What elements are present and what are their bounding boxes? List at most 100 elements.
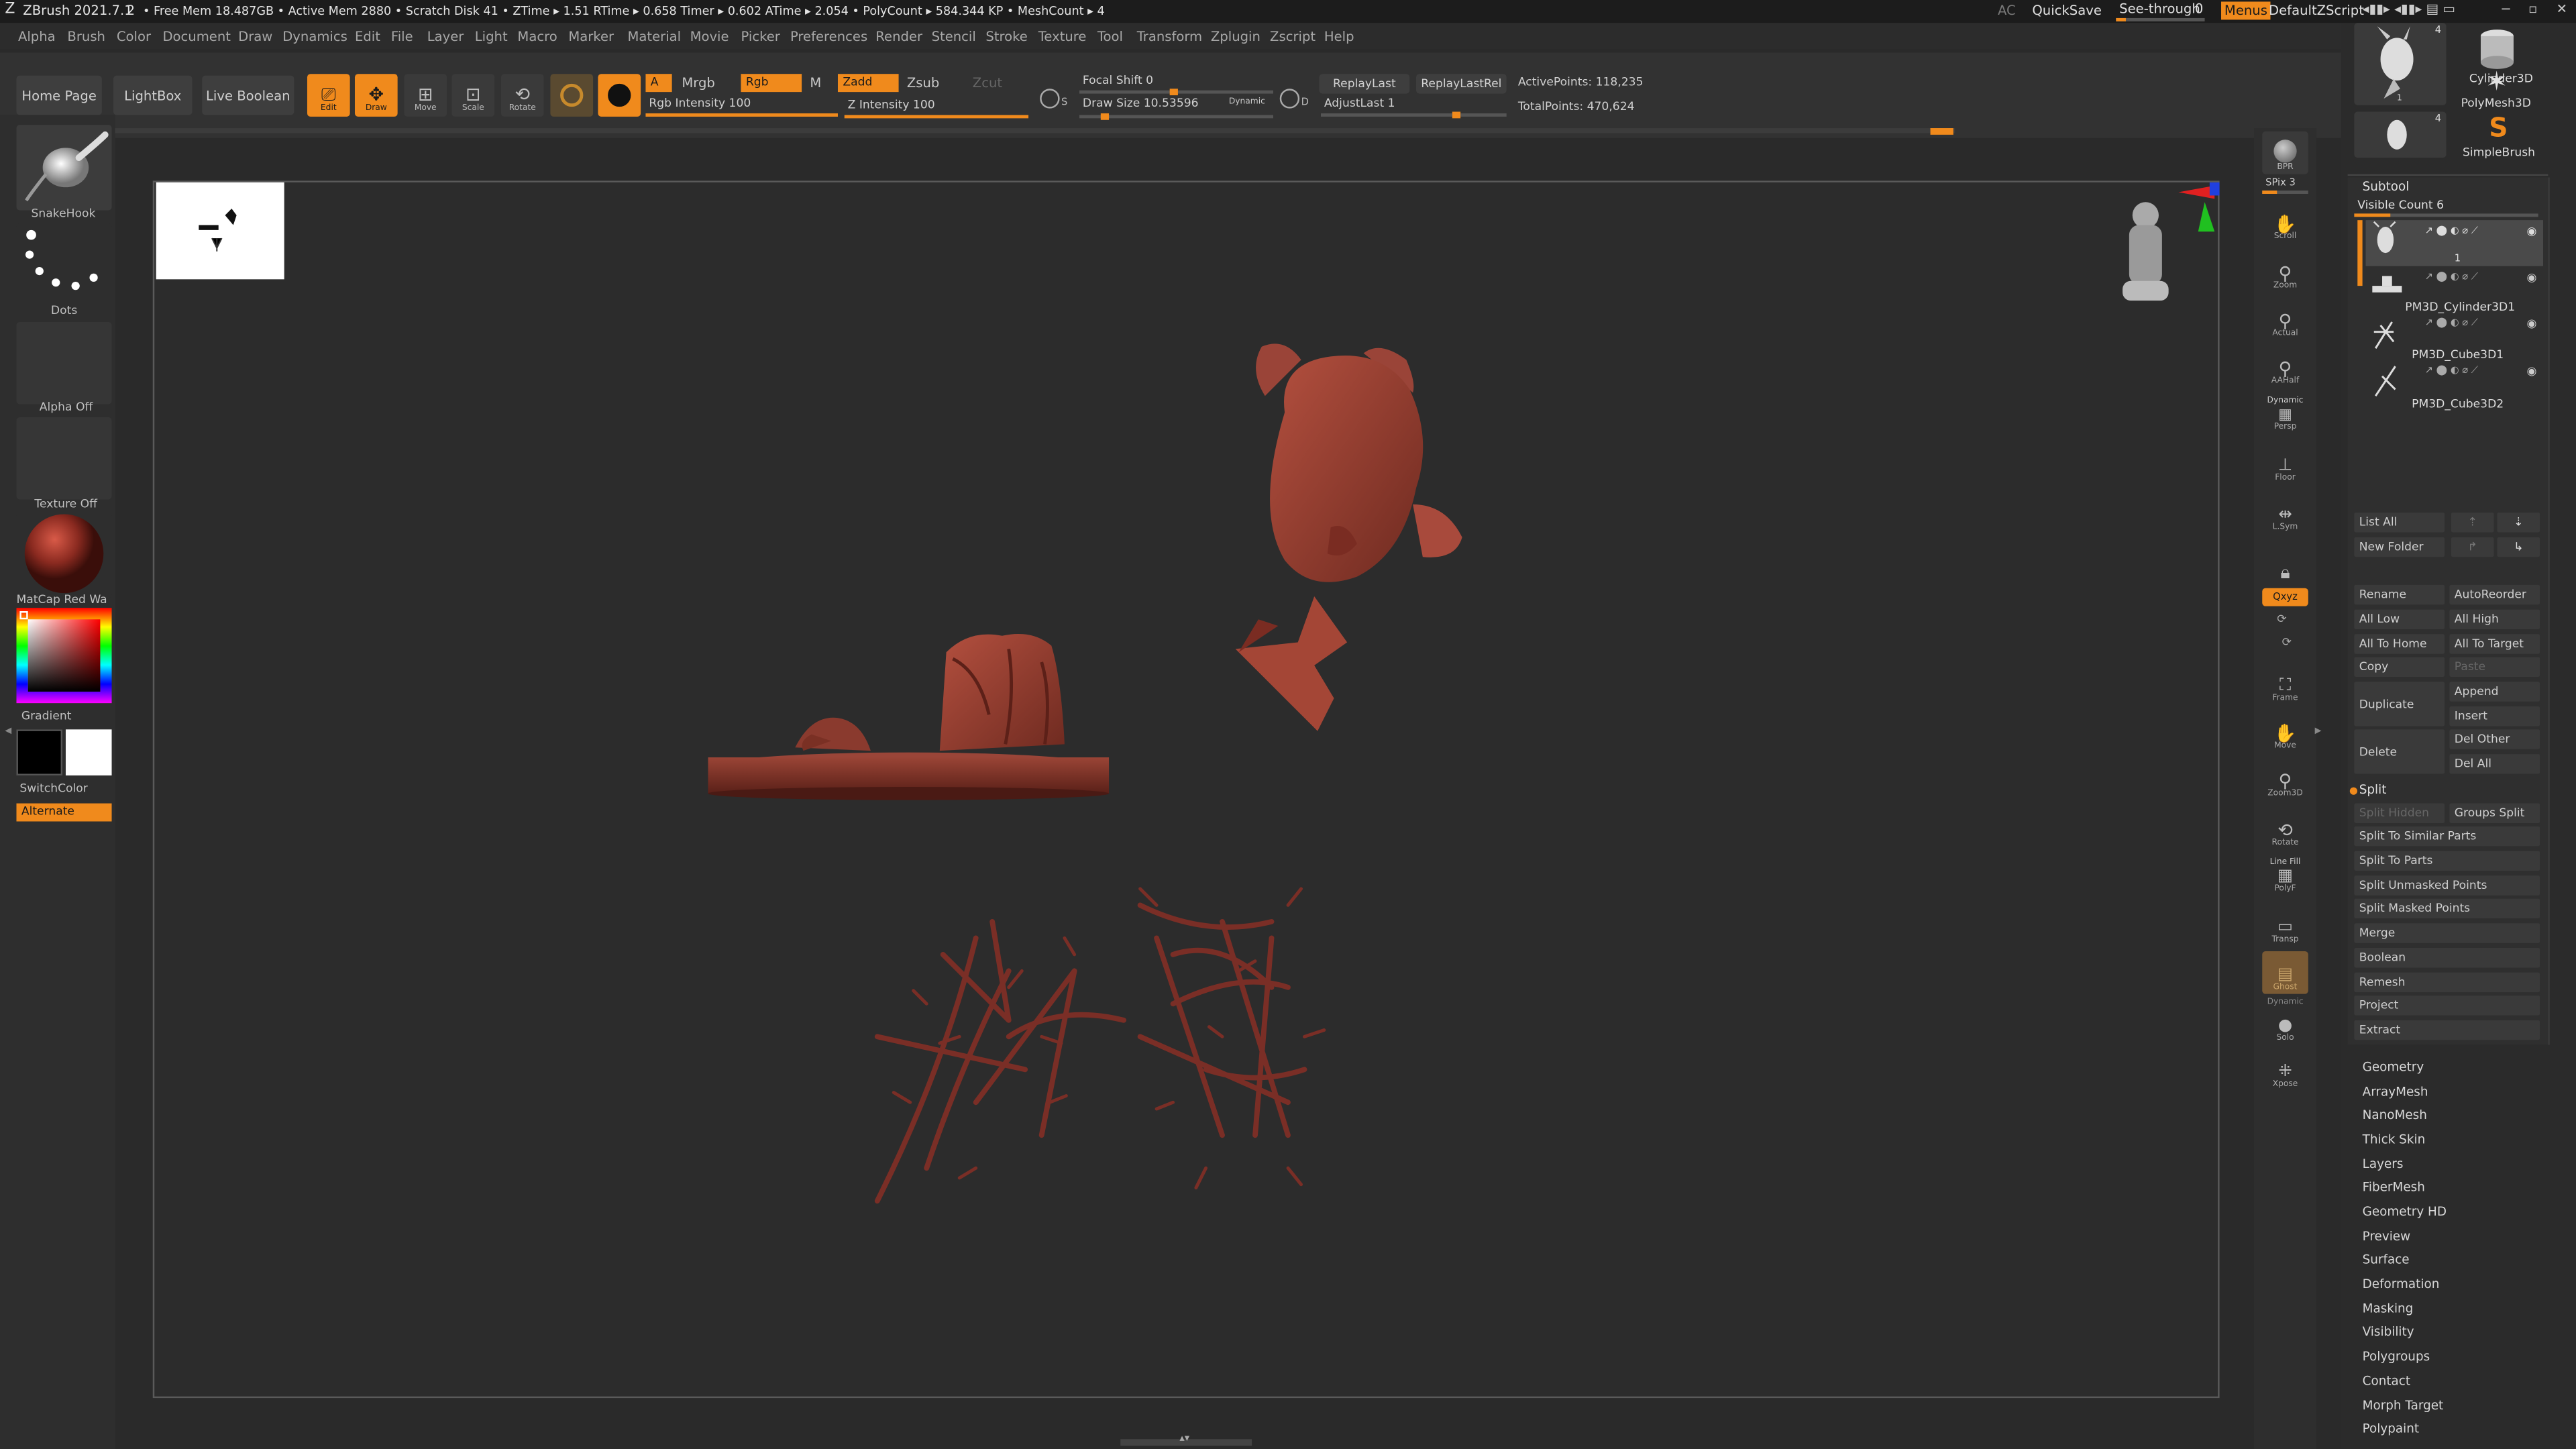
menu-stencil[interactable]: Stencil bbox=[932, 30, 976, 44]
move-down-button[interactable]: ⇣ bbox=[2497, 513, 2540, 533]
solo-button[interactable]: ● Solo bbox=[2262, 1002, 2308, 1045]
left-collapse-arrow-icon[interactable]: ◂ bbox=[5, 723, 11, 749]
viewport-scene[interactable] bbox=[154, 182, 2221, 1400]
main-color-swatch[interactable] bbox=[16, 729, 63, 775]
actual-button[interactable]: ⚲ Actual bbox=[2262, 297, 2308, 340]
section-visibility[interactable]: Visibility bbox=[2363, 1324, 2414, 1339]
section-geometry-hd[interactable]: Geometry HD bbox=[2363, 1204, 2447, 1219]
orientation-mannequin-icon[interactable] bbox=[2123, 202, 2169, 301]
delete-button[interactable]: Delete bbox=[2354, 729, 2445, 774]
menu-edit[interactable]: Edit bbox=[355, 30, 380, 44]
duplicate-button[interactable]: Duplicate bbox=[2354, 682, 2445, 727]
ac-label[interactable]: AC bbox=[1998, 4, 2016, 18]
color-mode-button[interactable] bbox=[598, 74, 641, 117]
zcut-toggle[interactable]: Zcut bbox=[973, 76, 1002, 91]
subtool-row-3-label[interactable]: PM3D_Cube3D1 bbox=[2412, 349, 2504, 362]
zoom-button[interactable]: ⚲ Zoom bbox=[2262, 250, 2308, 292]
rotate-button[interactable]: ⟲ Rotate bbox=[500, 74, 544, 117]
menu-light[interactable]: Light bbox=[475, 30, 508, 44]
rotate-view-button[interactable]: ⟲ Rotate bbox=[2262, 806, 2308, 849]
menu-material[interactable]: Material bbox=[628, 30, 682, 44]
alternate-toggle[interactable]: Alternate bbox=[16, 803, 112, 822]
menu-movie[interactable]: Movie bbox=[690, 30, 729, 44]
bottom-shelf-handle[interactable]: ▴▾ bbox=[1120, 1433, 1252, 1446]
paste-button[interactable]: Paste bbox=[2449, 657, 2540, 677]
all-to-target-button[interactable]: All To Target bbox=[2449, 634, 2540, 654]
menu-marker[interactable]: Marker bbox=[568, 30, 614, 44]
eye-visible-icon[interactable]: ◉ bbox=[2527, 225, 2537, 239]
texture-thumbnail[interactable] bbox=[16, 417, 112, 500]
linefill-button[interactable]: Line Fill ▦ PolyF bbox=[2262, 853, 2308, 896]
zadd-toggle[interactable]: Zadd bbox=[837, 74, 899, 93]
lightbox-button[interactable]: LightBox bbox=[113, 75, 193, 115]
timeline-strip[interactable] bbox=[115, 128, 1955, 135]
menu-texture[interactable]: Texture bbox=[1038, 30, 1087, 44]
all-low-button[interactable]: All Low bbox=[2354, 609, 2445, 629]
insert-button[interactable]: Insert bbox=[2449, 706, 2540, 727]
visible-count-track[interactable] bbox=[2354, 213, 2538, 217]
section-nanomesh[interactable]: NanoMesh bbox=[2363, 1108, 2427, 1122]
folder-out-button[interactable]: ↳ bbox=[2497, 537, 2540, 557]
adjust-last-track[interactable] bbox=[1320, 113, 1507, 117]
menu-document[interactable]: Document bbox=[162, 30, 231, 44]
scroll-button[interactable]: ✋ Scroll bbox=[2262, 201, 2308, 244]
all-high-button[interactable]: All High bbox=[2449, 609, 2540, 629]
right-collapse-arrow-icon[interactable]: ▸ bbox=[2315, 723, 2322, 749]
persp-button[interactable]: Dynamic ▦ Persp bbox=[2262, 391, 2308, 434]
spix-track[interactable] bbox=[2262, 191, 2308, 194]
edit-button[interactable]: ⎚ Edit bbox=[307, 74, 350, 117]
spix-slider[interactable]: SPix 3 bbox=[2265, 178, 2296, 189]
replay-last-button[interactable]: ReplayLast bbox=[1319, 74, 1410, 94]
polymesh3d-tool[interactable]: ✶ PolyMesh3D bbox=[2453, 68, 2543, 118]
subtool-row-4-label[interactable]: PM3D_Cube3D2 bbox=[2412, 398, 2504, 411]
rotate-z-icon[interactable]: ⟳ bbox=[2282, 636, 2292, 649]
close-icon[interactable]: ✕ bbox=[2557, 3, 2567, 17]
lazy-mouse-d-icon[interactable]: D bbox=[1278, 82, 1311, 115]
menu-file[interactable]: File bbox=[391, 30, 413, 44]
subtool-row-3[interactable]: ↗ ⬤ ◐ ⌀ ⟋ ◉ bbox=[2366, 363, 2543, 399]
brush-thumbnail[interactable] bbox=[16, 125, 112, 211]
aahalf-button[interactable]: ⚲ AAHalf bbox=[2262, 345, 2308, 388]
section-thick-skin[interactable]: Thick Skin bbox=[2363, 1132, 2426, 1146]
z-intensity-slider[interactable]: Z Intensity 100 bbox=[848, 99, 935, 111]
rename-button[interactable]: Rename bbox=[2354, 584, 2445, 605]
zoom3d-button[interactable]: ⚲ Zoom3D bbox=[2262, 757, 2308, 800]
eye-visible-icon[interactable]: ◉ bbox=[2527, 317, 2537, 331]
restore-icon[interactable]: ▫ bbox=[2528, 3, 2537, 17]
home-page-button[interactable]: Home Page bbox=[16, 75, 102, 115]
all-to-home-button[interactable]: All To Home bbox=[2354, 634, 2445, 654]
list-all-button[interactable]: List All bbox=[2354, 513, 2445, 533]
section-fibermesh[interactable]: FiberMesh bbox=[2363, 1179, 2425, 1194]
extract-section[interactable]: Extract bbox=[2354, 1020, 2540, 1040]
mrgb-material-button[interactable] bbox=[550, 74, 594, 117]
groups-split-button[interactable]: Groups Split bbox=[2449, 803, 2540, 823]
simplebrush-tool[interactable]: S SimpleBrush bbox=[2453, 114, 2543, 164]
section-arraymesh[interactable]: ArrayMesh bbox=[2363, 1084, 2428, 1099]
see-through-track[interactable] bbox=[2116, 17, 2205, 21]
menu-transform[interactable]: Transform bbox=[1137, 30, 1202, 44]
new-folder-button[interactable]: New Folder bbox=[2354, 537, 2445, 557]
layout-icons[interactable]: ◂▮▮▸ ◂▮▮▸ ▤ ▭ bbox=[2363, 3, 2455, 17]
bpr-button[interactable]: BPR bbox=[2262, 131, 2308, 174]
section-layers[interactable]: Layers bbox=[2363, 1157, 2404, 1171]
stump-base-mesh[interactable] bbox=[708, 633, 1110, 800]
replay-last-rel-button[interactable]: ReplayLastRel bbox=[1416, 74, 1507, 94]
thorn-vines-mesh[interactable] bbox=[874, 887, 1326, 1204]
section-preview[interactable]: Preview bbox=[2363, 1229, 2411, 1244]
subtool-row-controls[interactable]: ↗ ⬤ ◐ ⌀ ⟋ bbox=[2425, 226, 2478, 237]
secondary-tool-thumbnail[interactable]: 4 bbox=[2354, 111, 2447, 158]
menu-picker[interactable]: Picker bbox=[741, 30, 780, 44]
scale-button[interactable]: ⊡ Scale bbox=[451, 74, 495, 117]
visible-count-slider[interactable]: Visible Count 6 bbox=[2357, 200, 2444, 212]
quicksave-button[interactable]: QuickSave bbox=[2032, 4, 2102, 18]
eye-visible-icon[interactable]: ◉ bbox=[2527, 271, 2537, 284]
remesh-section[interactable]: Remesh bbox=[2354, 972, 2540, 993]
split-similar-parts-button[interactable]: Split To Similar Parts bbox=[2354, 826, 2540, 847]
section-masking[interactable]: Masking bbox=[2363, 1301, 2414, 1316]
folder-in-button[interactable]: ↱ bbox=[2451, 537, 2494, 557]
section-geometry[interactable]: Geometry bbox=[2363, 1060, 2424, 1075]
menu-alpha[interactable]: Alpha bbox=[18, 30, 56, 44]
eye-visible-icon[interactable]: ◉ bbox=[2527, 365, 2537, 378]
dynamic-toggle[interactable]: Dynamic bbox=[1229, 98, 1265, 107]
menu-tool[interactable]: Tool bbox=[1097, 30, 1123, 44]
